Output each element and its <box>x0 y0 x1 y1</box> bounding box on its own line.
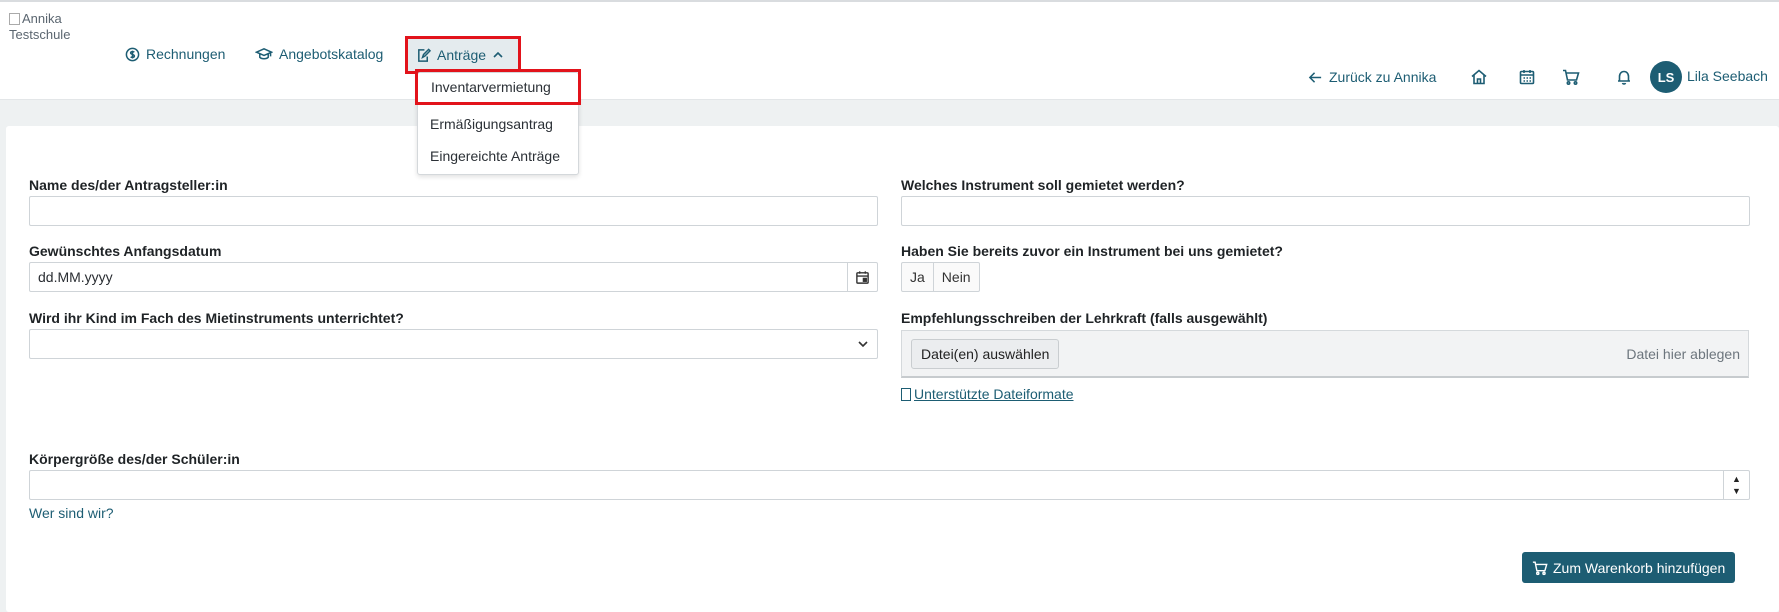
home-button[interactable] <box>1466 64 1492 90</box>
drop-hint: Datei hier ablegen <box>1626 346 1740 362</box>
instrument-input[interactable] <box>901 196 1750 226</box>
file-dropzone[interactable]: Datei(en) auswählen Datei hier ablegen <box>901 330 1749 378</box>
add-to-cart-label: Zum Warenkorb hinzufügen <box>1553 559 1726 576</box>
top-navbar: Annika Testschule Rechnungen Angebotskat… <box>0 2 1779 100</box>
recommendation-label: Empfehlungsschreiben der Lehrkraft (fall… <box>901 310 1268 326</box>
user-name[interactable]: Lila Seebach <box>1687 68 1768 84</box>
graduation-cap-icon <box>255 47 273 59</box>
choose-files-button[interactable]: Datei(en) auswählen <box>911 339 1060 369</box>
school-logo[interactable]: Annika Testschule <box>9 11 89 39</box>
name-label: Name des/der Antragsteller:in <box>29 177 228 193</box>
cart-icon <box>1532 561 1548 575</box>
chevron-up-icon <box>493 51 503 58</box>
date-placeholder: dd.MM.yyyy <box>38 269 113 285</box>
form-card: Name des/der Antragsteller:in Welches In… <box>6 126 1779 612</box>
number-spinner[interactable]: ▲ ▼ <box>1723 471 1749 499</box>
avatar[interactable]: LS <box>1650 61 1682 93</box>
add-to-cart-button[interactable]: Zum Warenkorb hinzufügen <box>1522 552 1736 583</box>
rented-before-label: Haben Sie bereits zuvor ein Instrument b… <box>901 243 1283 259</box>
nav-label: Anträge <box>437 47 487 63</box>
calendar-icon <box>1519 70 1535 85</box>
bell-icon <box>1618 70 1630 85</box>
cart-button[interactable] <box>1558 64 1584 90</box>
back-label: Zurück zu Annika <box>1329 69 1437 85</box>
start-date-input[interactable]: dd.MM.yyyy <box>29 262 878 292</box>
height-label: Körpergröße des/der Schüler:in <box>29 451 240 467</box>
menu-item-ermaessigungsantrag[interactable]: Ermäßigungsantrag <box>418 109 578 139</box>
menu-item-eingereichte-antraege[interactable]: Eingereichte Anträge <box>418 141 578 171</box>
notifications-button[interactable] <box>1611 64 1637 90</box>
file-icon <box>901 388 911 401</box>
calendar-icon <box>856 270 869 284</box>
date-picker-button[interactable] <box>847 263 877 291</box>
about-link[interactable]: Wer sind wir? <box>29 505 114 521</box>
dollar-circle-icon <box>125 47 140 61</box>
calendar-button[interactable] <box>1514 64 1540 90</box>
start-date-label: Gewünschtes Anfangsdatum <box>29 243 222 259</box>
no-option[interactable]: Nein <box>932 263 979 291</box>
edit-document-icon <box>418 47 431 62</box>
nav-label: Angebotskatalog <box>279 46 384 62</box>
supported-formats-link[interactable]: Unterstützte Dateiformate <box>901 386 1074 402</box>
rented-before-toggle: Ja Nein <box>901 262 980 292</box>
yes-option[interactable]: Ja <box>902 263 933 291</box>
arrow-left-icon <box>1308 71 1322 83</box>
supported-formats-text: Unterstützte Dateiformate <box>914 386 1074 402</box>
cart-icon <box>1563 69 1580 86</box>
spin-down-icon[interactable]: ▼ <box>1732 485 1741 497</box>
antraege-dropdown-menu: Inventarvermietung Ermäßigungsantrag Ein… <box>415 69 581 175</box>
back-link[interactable]: Zurück zu Annika <box>1308 62 1436 92</box>
home-icon <box>1471 69 1487 85</box>
nav-label: Rechnungen <box>146 46 226 62</box>
instrument-label: Welches Instrument soll gemietet werden? <box>901 177 1185 193</box>
taught-select[interactable] <box>29 329 878 359</box>
nav-angebotskatalog[interactable]: Angebotskatalog <box>255 38 383 70</box>
height-input[interactable]: ▲ ▼ <box>29 470 1750 500</box>
chevron-down-icon <box>858 341 868 348</box>
spin-up-icon[interactable]: ▲ <box>1732 473 1741 485</box>
nav-rechnungen[interactable]: Rechnungen <box>125 38 225 70</box>
menu-item-inventarvermietung[interactable]: Inventarvermietung <box>415 69 581 105</box>
name-input[interactable] <box>29 196 878 226</box>
broken-image-icon <box>9 13 20 25</box>
taught-label: Wird ihr Kind im Fach des Mietinstrument… <box>29 310 404 326</box>
